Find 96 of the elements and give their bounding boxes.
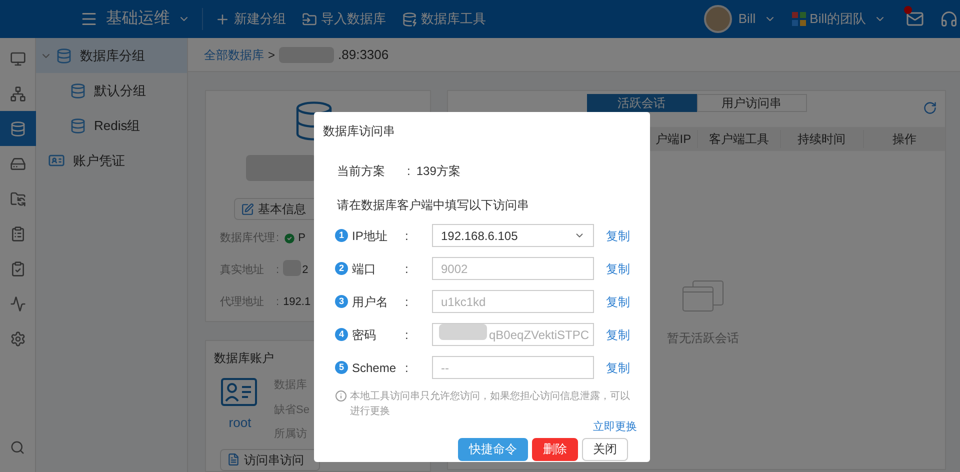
field-label: 密码 [352,326,377,344]
copy-link[interactable]: 复制 [606,226,630,244]
copy-link[interactable]: 复制 [606,358,630,376]
tab[interactable]: 活跃会话 [586,94,696,112]
team-logo-icon [792,12,806,26]
colon: : [405,260,410,278]
text-field[interactable]: u1kc1kd [432,290,594,313]
dialog-button[interactable]: 快捷命令 [458,438,528,460]
colon: : [276,263,280,278]
dialog-button[interactable]: 关闭 [582,438,628,460]
field-label: 数据库代理 [220,230,274,246]
database-icon [70,118,86,134]
tab[interactable]: 用户访问串 [696,94,806,112]
clipboard-list-icon [10,226,26,242]
text-field[interactable]: 9002 [432,257,594,280]
field-label: IP地址 [352,228,388,244]
card-title: 数据库账户 [214,350,274,367]
field-label: 当前方案 [337,163,386,180]
blurred-area [439,324,487,340]
field-label: 代理地址 [220,295,265,310]
field-label: Scheme [352,360,398,376]
dialog-button[interactable]: 删除 [532,438,578,460]
network-icon [10,86,26,102]
nav-rail-button[interactable] [0,111,36,146]
import-icon [302,12,317,26]
ip-select[interactable]: 192.168.6.105 [432,224,594,247]
activity-icon [10,296,26,312]
tree-item[interactable]: Redis组 [36,108,187,143]
breadcrumb-link[interactable]: 全部数据库 [204,46,264,64]
field-value: P [298,231,306,246]
step-number: 5 [335,361,348,374]
account-card-icon [220,377,260,409]
colon: : [276,231,280,246]
field-value: 139方案 [416,163,460,180]
search-icon[interactable] [10,440,25,455]
field-label: 用户名 [352,294,389,310]
toolbar-button[interactable]: 导入数据库 [302,9,386,29]
colon: : [276,295,280,310]
check-icon [283,232,296,245]
document-icon [227,453,240,466]
field-value: 192.1 [283,295,311,310]
replace-now-link[interactable]: 立即更换 [593,419,637,436]
mail-icon [906,10,924,28]
colon: : [405,326,410,344]
database-icon [10,120,26,136]
user-menu[interactable]: Bill [738,9,776,29]
step-number: 4 [335,328,348,341]
refresh-icon[interactable] [923,101,937,115]
instruction-text: 请在数据库客户端中填写以下访问串 [337,197,530,214]
toolbar-button[interactable]: 新建分组 [215,9,286,29]
workspace-dropdown[interactable]: 基础运维 [106,7,190,31]
column-header: 持续时间 [780,130,862,148]
id-card-icon [48,152,65,169]
database-icon [56,48,72,64]
copy-link[interactable]: 复制 [606,292,630,310]
colon: : [405,294,410,310]
field-label: 真实地址 [220,262,265,278]
dialog-title: 数据库访问串 [323,123,396,140]
user-avatar[interactable] [704,5,732,33]
account-name-link[interactable]: root [228,413,252,432]
headset-icon[interactable] [940,10,958,28]
text-field[interactable]: -- [432,356,594,379]
monitor-icon [10,50,26,66]
info-icon [335,390,347,402]
settings-icon [10,330,26,346]
step-number: 1 [335,229,348,242]
colon: : [405,228,410,244]
field-value: 2 [302,263,308,278]
clipboard-check-icon [10,260,26,276]
blurred-area [246,155,316,181]
step-number: 3 [335,295,348,308]
tree-item[interactable]: 数据库分组 [36,38,187,73]
note-text: 本地工具访问串只允许您访问，如果您担心访问信息泄露，可以进行更换 [350,390,631,419]
colon: : [407,163,410,180]
tree-item[interactable]: 账户凭证 [36,143,187,178]
menu-icon[interactable] [80,10,98,28]
breadcrumb-current: .89:3306 [338,46,389,64]
drive-icon [10,156,26,172]
empty-message: 暂无活跃会话 [667,330,739,347]
database-icon [402,12,417,26]
edit-icon [241,202,254,216]
step-number: 2 [335,262,348,275]
field-label: 端口 [352,260,377,278]
copy-link[interactable]: 复制 [606,326,630,344]
toolbar-button[interactable]: 数据库工具 [402,9,486,29]
plus-icon [215,12,230,26]
password-field[interactable]: qB0eqZVektiSTPC [432,323,594,346]
breadcrumb-separator: > [268,46,276,64]
column-header: 操作 [862,130,946,148]
colon: : [405,360,410,376]
column-header: 客户端工具 [697,130,780,148]
tree-item[interactable]: 默认分组 [36,73,187,108]
database-icon [70,82,86,98]
folder-sync-icon [10,190,26,206]
team-menu[interactable]: Bill的团队 [810,9,886,29]
copy-link[interactable]: 复制 [606,260,630,278]
